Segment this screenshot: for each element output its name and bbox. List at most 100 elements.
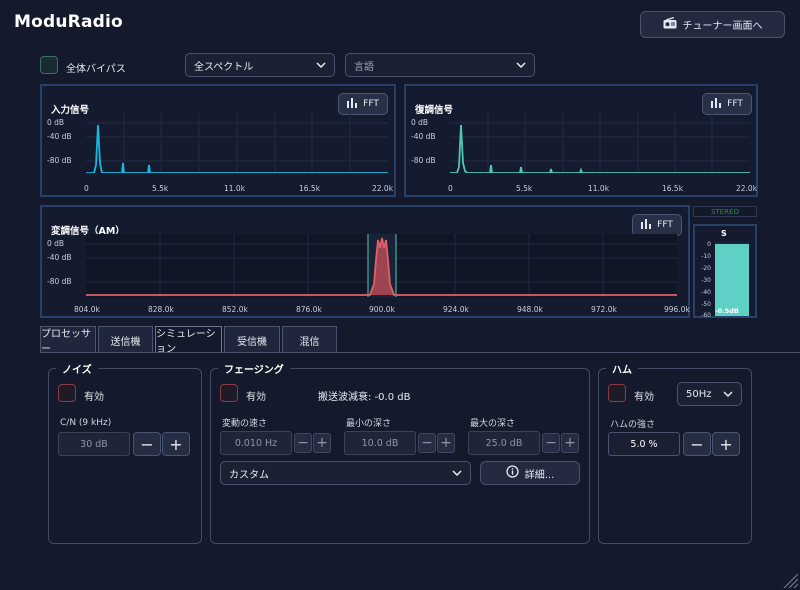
bypass-checkbox[interactable]: [40, 56, 58, 74]
y-tick: 0 dB: [47, 239, 65, 248]
tab-bar-divider: [40, 352, 800, 353]
y-tick: -40 dB: [47, 132, 72, 141]
x-tick: 876.0k: [296, 305, 322, 314]
max-depth-decrement-button[interactable]: −: [542, 433, 560, 453]
chevron-down-icon: [316, 60, 326, 71]
x-tick: 22.0k: [372, 184, 394, 193]
language-select[interactable]: 言語: [345, 53, 535, 77]
y-tick: -80 dB: [47, 277, 72, 286]
x-tick: 5.5k: [152, 184, 169, 193]
meter-tick: -30: [701, 277, 711, 284]
max-depth-input[interactable]: 25.0 dB: [468, 431, 540, 455]
x-tick: 924.0k: [443, 305, 469, 314]
bar-chart-icon: [641, 218, 652, 232]
tab-simulation[interactable]: シミュレーション: [155, 326, 222, 355]
meter-tick: -40: [701, 289, 711, 296]
x-tick: 852.0k: [222, 305, 248, 314]
x-tick: 22.0k: [736, 184, 758, 193]
min-depth-label: 最小の深さ: [346, 419, 392, 429]
speed-decrement-button[interactable]: −: [294, 433, 312, 453]
bypass-label: 全体バイパス: [66, 64, 126, 75]
x-tick: 0: [448, 184, 453, 193]
meter-value-label: -0.5dB: [715, 307, 739, 315]
x-tick: 828.0k: [148, 305, 174, 314]
tab-processor[interactable]: プロセッサー: [40, 326, 96, 355]
stereo-indicator: STEREO: [693, 206, 757, 217]
modulated-signal-panel: 変調信号（AM） FFT 0 dB -40 dB -80 dB 804.0k 8…: [40, 205, 690, 318]
fading-enabled-checkbox[interactable]: [220, 384, 238, 402]
chevron-down-icon: [723, 389, 733, 400]
noise-enabled-checkbox[interactable]: [58, 384, 76, 402]
hum-frequency-value: 50Hz: [686, 388, 712, 400]
mod-spectrum-plot: [86, 234, 677, 297]
input-panel-title: 入力信号: [51, 105, 90, 116]
demod-fft-button[interactable]: FFT: [702, 93, 752, 115]
max-depth-label: 最大の深さ: [470, 419, 516, 429]
min-depth-decrement-button[interactable]: −: [418, 433, 436, 453]
hum-strength-increment-button[interactable]: +: [712, 432, 740, 456]
language-select-placeholder: 言語: [354, 61, 374, 73]
x-tick: 11.0k: [224, 184, 246, 193]
input-signal-panel: 入力信号 FFT 0 dB -40 dB -80 dB 0 5.5k 11.0k…: [40, 84, 396, 197]
x-tick: 948.0k: [517, 305, 543, 314]
chevron-down-icon: [516, 60, 526, 71]
cn-decrement-button[interactable]: −: [133, 432, 161, 456]
demod-signal-panel: 復調信号 FFT 0 dB -40 dB -80 dB 0 5.5k 11.0k…: [404, 84, 758, 197]
speed-input[interactable]: 0.010 Hz: [220, 431, 292, 455]
meter-tick: 0: [707, 241, 711, 248]
min-depth-increment-button[interactable]: +: [437, 433, 455, 453]
info-icon: [506, 465, 519, 481]
tab-transmitter[interactable]: 送信機: [98, 326, 153, 353]
hum-frequency-select[interactable]: 50Hz: [677, 382, 742, 406]
tuner-button-label: チューナー画面へ: [682, 21, 763, 32]
fading-enabled-label: 有効: [246, 392, 266, 403]
meter-channel-label: S: [721, 229, 727, 238]
details-button-label: 詳細...: [524, 469, 555, 481]
x-tick: 16.5k: [662, 184, 684, 193]
meter-tick: -20: [701, 265, 711, 272]
chevron-down-icon: [452, 468, 462, 479]
x-tick: 972.0k: [591, 305, 617, 314]
demod-spectrum-plot: [450, 113, 750, 173]
bar-chart-icon: [347, 97, 358, 111]
fft-label: FFT: [727, 99, 743, 109]
meter-fill: [715, 244, 749, 316]
level-meter: S 0 -10 -20 -30 -40 -50 -60 -0.5dB: [693, 224, 757, 319]
hum-strength-label: ハムの強さ: [610, 420, 656, 430]
tab-receiver[interactable]: 受信機: [224, 326, 280, 353]
x-tick: 900.0k: [369, 305, 395, 314]
hum-group-title: ハム: [606, 361, 638, 376]
spectrum-select[interactable]: 全スペクトル: [185, 53, 335, 77]
hum-strength-decrement-button[interactable]: −: [683, 432, 711, 456]
x-tick: 804.0k: [74, 305, 100, 314]
fading-details-button[interactable]: 詳細...: [480, 461, 580, 485]
meter-track: [715, 242, 749, 316]
fading-preset-value: カスタム: [229, 469, 269, 481]
x-tick: 0: [84, 184, 89, 193]
hum-strength-input[interactable]: 5.0 %: [608, 432, 680, 456]
min-depth-input[interactable]: 10.0 dB: [344, 431, 416, 455]
hum-enabled-label: 有効: [634, 392, 654, 403]
tuner-screen-button[interactable]: チューナー画面へ: [640, 11, 785, 38]
input-fft-button[interactable]: FFT: [338, 93, 388, 115]
speed-label: 変動の速さ: [222, 419, 268, 429]
radio-icon: [663, 16, 677, 32]
app-title: ModuRadio: [14, 12, 123, 32]
carrier-attenuation-label: 搬送波減衰: -0.0 dB: [318, 392, 411, 403]
max-depth-increment-button[interactable]: +: [561, 433, 579, 453]
y-tick: 0 dB: [47, 118, 65, 127]
cn-increment-button[interactable]: +: [162, 432, 190, 456]
meter-tick: -10: [701, 253, 711, 260]
y-tick: -80 dB: [47, 156, 72, 165]
tab-interference[interactable]: 混信: [282, 326, 337, 353]
y-tick: -40 dB: [411, 132, 436, 141]
fading-preset-select[interactable]: カスタム: [220, 461, 471, 485]
resize-grip-icon[interactable]: [780, 570, 798, 588]
cn-input[interactable]: 30 dB: [58, 432, 130, 456]
hum-enabled-checkbox[interactable]: [608, 384, 626, 402]
mod-fft-button[interactable]: FFT: [632, 214, 682, 236]
speed-increment-button[interactable]: +: [313, 433, 331, 453]
input-spectrum-plot: [86, 113, 388, 173]
x-tick: 11.0k: [588, 184, 610, 193]
demod-panel-title: 復調信号: [415, 105, 454, 116]
